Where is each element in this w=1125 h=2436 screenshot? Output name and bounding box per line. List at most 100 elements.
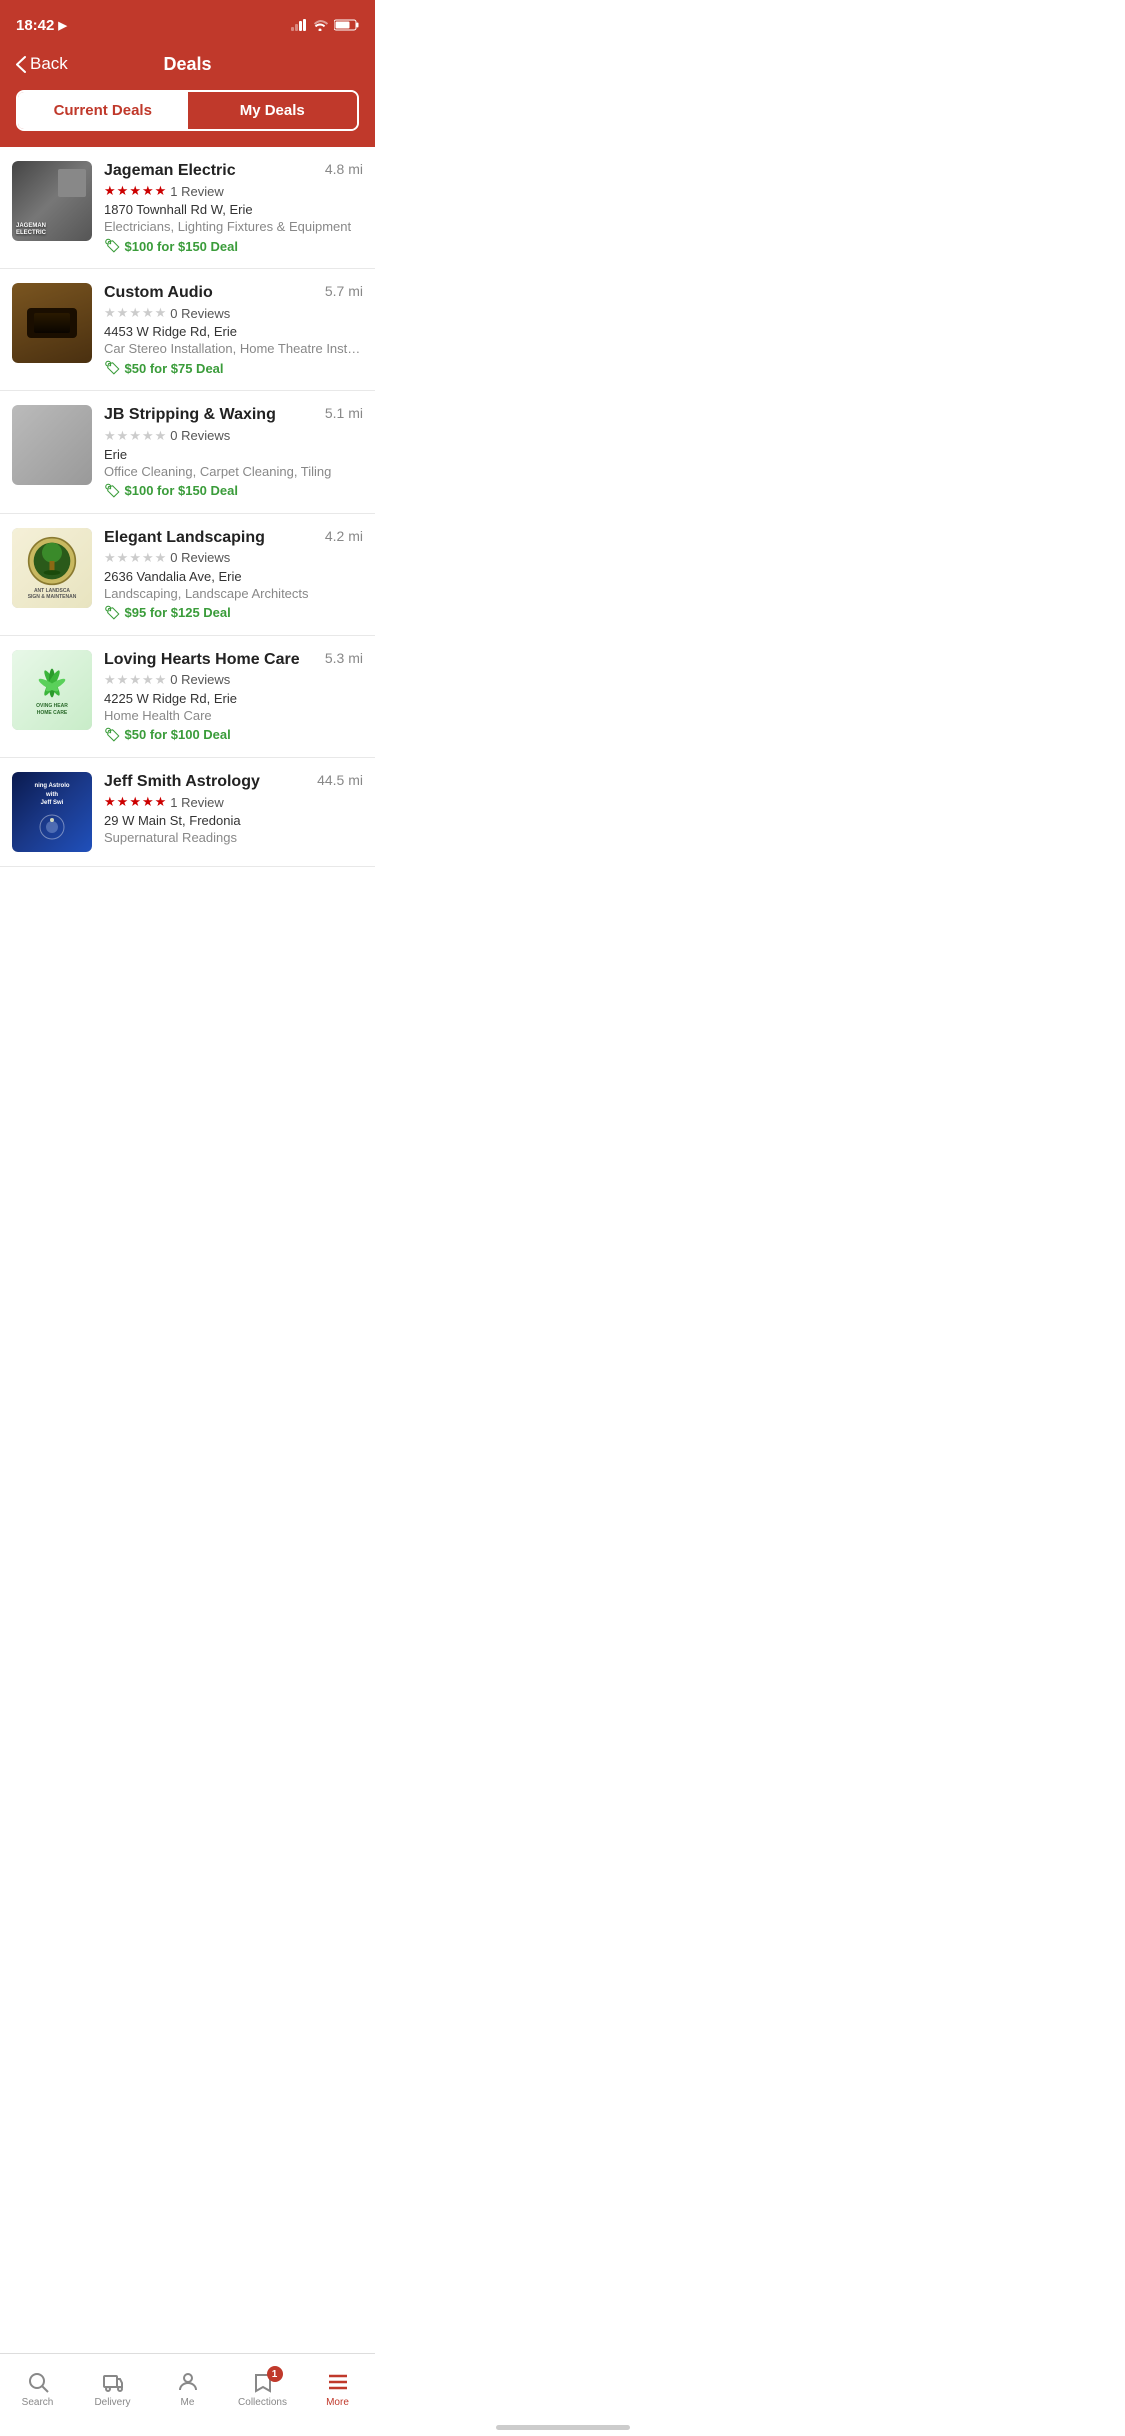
stars-row: ★★★★★ 0 Reviews [104,305,363,321]
deal-address: Erie [104,447,363,462]
nav-label-collections: Collections [238,2397,287,2408]
stars-row: ★★★★★ 1 Review [104,794,363,810]
tab-container: Current Deals My Deals [16,90,359,131]
status-time: 18:42 ▶ [16,17,67,34]
stars-row: ★★★★★ 0 Reviews [104,550,363,566]
tag-icon: 🏷 [104,360,121,376]
nav-item-delivery[interactable]: Delivery [75,2354,150,2416]
tab-current-deals[interactable]: Current Deals [18,92,188,129]
nav-item-search[interactable]: Search [0,2354,75,2416]
deal-image [12,283,92,363]
deal-name-row: JB Stripping & Waxing 5.1 mi [104,405,363,424]
deal-distance: 5.7 mi [325,283,363,299]
deal-info: Loving Hearts Home Care 5.3 mi ★★★★★ 0 R… [104,650,363,743]
deal-image: ANT LANDSCASIGN & MAINTENAN [12,528,92,608]
page-title: Deals [163,54,211,75]
deal-address: 4225 W Ridge Rd, Erie [104,691,363,706]
deal-item[interactable]: JB Stripping & Waxing 5.1 mi ★★★★★ 0 Rev… [0,391,375,513]
star-rating: ★★★★★ [104,550,166,566]
deal-name: Loving Hearts Home Care [104,650,317,669]
deal-item[interactable]: ANT LANDSCASIGN & MAINTENAN Elegant Land… [0,514,375,636]
deal-image [12,405,92,485]
star-rating: ★★★★★ [104,305,166,321]
review-count: 0 Reviews [170,550,230,565]
deal-price: 🏷$100 for $150 Deal [104,238,363,254]
star-rating: ★★★★★ [104,672,166,688]
tag-icon: 🏷 [104,483,121,499]
wifi-icon [312,19,328,31]
nav-label-more: More [326,2397,349,2408]
deal-image: JAGEMANELECTRIC [12,161,92,241]
delivery-icon [101,2370,125,2394]
tab-switcher: Current Deals My Deals [0,90,375,147]
deal-item[interactable]: ning AstrolowithJeff Swi Jeff Smith Astr… [0,758,375,867]
nav-label-search: Search [22,2397,54,2408]
deal-name: Jeff Smith Astrology [104,772,309,791]
tab-my-deals[interactable]: My Deals [188,92,358,129]
deal-address: 2636 Vandalia Ave, Erie [104,569,363,584]
search-icon [26,2370,50,2394]
home-indicator [496,2425,630,2430]
deal-distance: 5.1 mi [325,405,363,421]
deal-info: Jageman Electric 4.8 mi ★★★★★ 1 Review 1… [104,161,363,254]
deal-name-row: Elegant Landscaping 4.2 mi [104,528,363,547]
deal-price: 🏷$95 for $125 Deal [104,605,363,621]
deal-address: 29 W Main St, Fredonia [104,813,363,828]
deal-name: Custom Audio [104,283,317,302]
star-rating: ★★★★★ [104,428,166,444]
tag-icon: 🏷 [104,238,121,254]
deal-price: 🏷$100 for $150 Deal [104,483,363,499]
stars-row: ★★★★★ 0 Reviews [104,672,363,688]
deal-name-row: Loving Hearts Home Care 5.3 mi [104,650,363,669]
deal-info: Custom Audio 5.7 mi ★★★★★ 0 Reviews 4453… [104,283,363,376]
deal-name-row: Jeff Smith Astrology 44.5 mi [104,772,363,791]
deal-distance: 4.8 mi [325,161,363,177]
deal-info: Elegant Landscaping 4.2 mi ★★★★★ 0 Revie… [104,528,363,621]
header: Back Deals [0,44,375,90]
deal-category: Landscaping, Landscape Architects [104,586,363,601]
collections-icon-wrapper: 1 [251,2370,275,2394]
collections-badge: 1 [267,2366,283,2382]
bottom-nav: Search Delivery Me 1 Collections [0,2353,375,2436]
back-button[interactable]: Back [16,54,68,74]
deal-name-row: Jageman Electric 4.8 mi [104,161,363,180]
tag-icon: 🏷 [104,727,121,743]
deal-image: ning AstrolowithJeff Swi [12,772,92,852]
deal-item[interactable]: Custom Audio 5.7 mi ★★★★★ 0 Reviews 4453… [0,269,375,391]
deal-name: JB Stripping & Waxing [104,405,317,424]
review-count: 1 Review [170,184,223,199]
stars-row: ★★★★★ 1 Review [104,183,363,199]
deal-name: Elegant Landscaping [104,528,317,547]
deal-category: Electricians, Lighting Fixtures & Equipm… [104,219,363,234]
deal-name: Jageman Electric [104,161,317,180]
deal-name-row: Custom Audio 5.7 mi [104,283,363,302]
review-count: 1 Review [170,795,223,810]
nav-item-more[interactable]: More [300,2354,375,2416]
review-count: 0 Reviews [170,672,230,687]
deal-info: Jeff Smith Astrology 44.5 mi ★★★★★ 1 Rev… [104,772,363,849]
deal-price: 🏷$50 for $100 Deal [104,727,363,743]
deal-category: Supernatural Readings [104,830,363,845]
nav-item-collections[interactable]: 1 Collections [225,2354,300,2416]
deal-info: JB Stripping & Waxing 5.1 mi ★★★★★ 0 Rev… [104,405,363,498]
deal-category: Office Cleaning, Carpet Cleaning, Tiling [104,464,363,479]
deal-item[interactable]: OVING HEARHOME CARE Loving Hearts Home C… [0,636,375,758]
deal-distance: 5.3 mi [325,650,363,666]
review-count: 0 Reviews [170,306,230,321]
star-rating: ★★★★★ [104,183,166,199]
tag-icon: 🏷 [104,605,121,621]
me-icon [176,2370,200,2394]
nav-item-me[interactable]: Me [150,2354,225,2416]
more-icon [326,2370,350,2394]
star-rating: ★★★★★ [104,794,166,810]
status-bar: 18:42 ▶ [0,0,375,44]
stars-row: ★★★★★ 0 Reviews [104,428,363,444]
deal-list: JAGEMANELECTRIC Jageman Electric 4.8 mi … [0,147,375,950]
deal-address: 1870 Townhall Rd W, Erie [104,202,363,217]
deal-distance: 4.2 mi [325,528,363,544]
location-icon: ▶ [58,19,66,32]
deal-price: 🏷$50 for $75 Deal [104,360,363,376]
deal-item[interactable]: JAGEMANELECTRIC Jageman Electric 4.8 mi … [0,147,375,269]
nav-label-me: Me [181,2397,195,2408]
deal-category: Home Health Care [104,708,363,723]
